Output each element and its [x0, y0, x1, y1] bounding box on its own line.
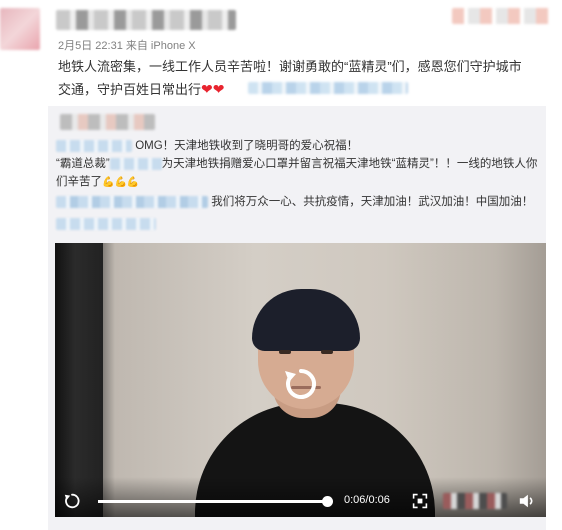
repost-line-2-text: 为天津地铁捐赠爱心口罩并留言祝福天津地铁“蓝精灵”！！一线的地铁人你 — [161, 158, 538, 170]
redacted-link[interactable] — [56, 217, 156, 230]
repost-line-3: 们辛苦了💪💪💪 — [56, 173, 139, 192]
redacted-header-right — [452, 8, 552, 24]
repost-line-1: OMG！天津地铁收到了晓明哥的爱心祝福！ — [56, 137, 358, 155]
repost-line-3-text: 们辛苦了 — [56, 176, 102, 188]
flexed-arm-emoji: 💪💪💪 — [102, 177, 140, 188]
repost-author-redacted[interactable] — [60, 114, 155, 130]
repost-line-5 — [56, 215, 156, 233]
post-text: 地铁人流密集，一线工作人员辛苦啦！谢谢勇敢的“蓝精灵”们，感恩您们守护城市 交通… — [58, 56, 548, 101]
post-meta: 2月5日 22:31 来自 iPhone X — [58, 40, 196, 52]
repost-line-2: “霸道总裁” 为天津地铁捐赠爱心口罩并留言祝福天津地铁“蓝精灵”！！一线的地铁人你 — [56, 155, 537, 173]
time-display: 0:06/0:06 — [344, 494, 390, 506]
fullscreen-icon[interactable] — [412, 493, 428, 509]
username-redacted[interactable] — [56, 10, 236, 30]
replay-icon[interactable] — [281, 364, 321, 404]
post-header: 2月5日 22:31 来自 iPhone X 地铁人流密集，一线工作人员辛苦啦！… — [0, 0, 562, 105]
progress-bar[interactable] — [98, 496, 333, 507]
progress-knob[interactable] — [322, 496, 333, 507]
repost-line-2-prefix: “霸道总裁” — [56, 158, 110, 170]
post-text-line-1: 地铁人流密集，一线工作人员辛苦啦！谢谢勇敢的“蓝精灵”们，感恩您们守护城市 — [58, 59, 522, 74]
progress-fill — [98, 500, 328, 503]
repost-line-4: 我们将万众一心、共抗疫情，天津加油！武汉加油！中国加油！ — [56, 193, 533, 211]
volume-icon[interactable] — [518, 492, 536, 510]
video-person-eye-left — [279, 350, 291, 354]
replay-small-icon[interactable] — [63, 492, 81, 510]
heart-icon: ❤❤ — [201, 81, 225, 97]
redacted-watermark — [443, 493, 507, 509]
redacted-hashtags[interactable] — [56, 195, 208, 208]
redacted-tags — [248, 82, 408, 94]
redacted-mention-1[interactable] — [56, 139, 132, 152]
redacted-mention-2[interactable] — [109, 157, 162, 170]
avatar[interactable] — [0, 8, 40, 50]
video-player[interactable]: 0:06/0:06 — [55, 243, 546, 517]
post-text-line-2: 交通，守护百姓日常出行❤❤ — [58, 78, 548, 101]
video-person-eye-right — [321, 350, 333, 354]
repost-line-4-text: 我们将万众一心、共抗疫情，天津加油！武汉加油！中国加油！ — [211, 196, 534, 208]
video-curtain — [55, 243, 103, 517]
post-text-line-2-text: 交通，守护百姓日常出行 — [58, 82, 202, 97]
repost-line-1-text: OMG！天津地铁收到了晓明哥的爱心祝福！ — [135, 140, 359, 152]
